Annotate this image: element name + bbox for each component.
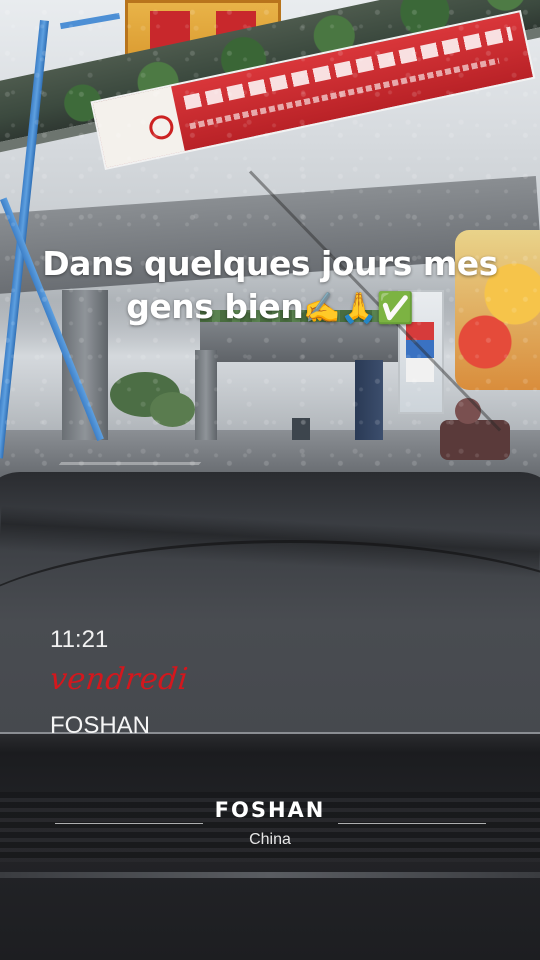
location-sticker-city[interactable]: FOSHAN [0,798,540,822]
location-sticker-country[interactable]: China [0,831,540,849]
location-sticker-divider [338,823,486,824]
location-sticker-divider [55,823,203,824]
time-sticker-city[interactable]: FOSHAN [50,712,150,740]
console-edge [0,872,540,878]
caption-line-2: gens bien✍️🙏✅ [20,285,520,330]
caption-line-2-text: gens bien [126,287,304,326]
time-sticker-time[interactable]: 11:21 [50,626,108,654]
time-sticker-day[interactable]: vendredi [48,662,190,697]
caption-line-1: Dans quelques jours mes [42,244,498,283]
caption-emojis: ✍️🙏✅ [303,291,414,326]
story-caption[interactable]: Dans quelques jours mes gens bien✍️🙏✅ [20,242,520,330]
